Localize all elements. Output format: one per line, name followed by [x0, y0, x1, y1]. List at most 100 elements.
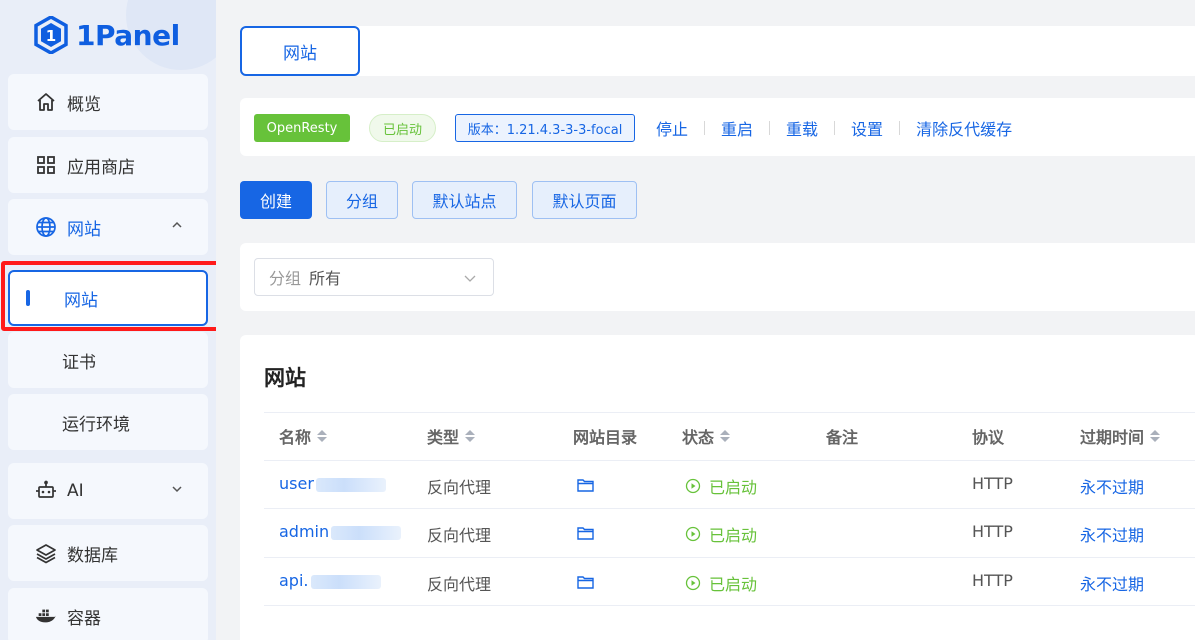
- globe-icon: [35, 216, 57, 238]
- column-header-label: 名称: [279, 428, 312, 447]
- sidebar-subitem-certificate[interactable]: 证书: [8, 332, 208, 388]
- default-site-button[interactable]: 默认站点: [412, 181, 517, 219]
- play-circle-icon: [685, 575, 701, 591]
- clear-proxy-cache-link[interactable]: 清除反代缓存: [900, 116, 1028, 140]
- divider: [264, 508, 1195, 509]
- site-name-link[interactable]: admin: [279, 522, 402, 541]
- tab-bar: [240, 26, 1195, 76]
- site-expire-link[interactable]: 永不过期: [1080, 474, 1144, 498]
- site-expire-link[interactable]: 永不过期: [1080, 571, 1144, 595]
- sidebar-item-database[interactable]: 数据库: [8, 525, 208, 581]
- docker-whale-icon: [35, 605, 57, 627]
- redacted-text: [315, 477, 386, 492]
- sidebar-item-label: 容器: [67, 608, 101, 629]
- logo-icon: 1: [34, 16, 68, 54]
- sort-icon[interactable]: [1150, 430, 1161, 442]
- tab-website[interactable]: 网站: [240, 26, 360, 76]
- site-name-text: admin: [279, 522, 330, 541]
- reload-link[interactable]: 重载: [770, 116, 834, 140]
- site-protocol: HTTP: [972, 522, 1013, 541]
- layers-icon: [35, 542, 57, 564]
- group-filter-select[interactable]: 分组 所有: [254, 258, 494, 296]
- folder-icon[interactable]: [577, 478, 594, 492]
- sidebar-item-label: 应用商店: [67, 157, 135, 178]
- active-indicator: [26, 290, 30, 306]
- sidebar-item-appstore[interactable]: 应用商店: [8, 137, 208, 193]
- create-button[interactable]: 创建: [240, 181, 312, 219]
- sidebar-item-overview[interactable]: 概览: [8, 74, 208, 130]
- app-name-badge: OpenResty: [254, 114, 350, 142]
- sidebar: 1 1Panel 概览 应用商店 网站 网站 证书 运行环境 AI 数据库 容器: [0, 0, 216, 640]
- divider: [264, 412, 1195, 413]
- sidebar-item-container[interactable]: 容器: [8, 588, 208, 640]
- column-header-type[interactable]: 类型: [427, 424, 476, 448]
- sidebar-subitem-label: 网站: [64, 290, 98, 311]
- site-expire-link[interactable]: 永不过期: [1080, 522, 1144, 546]
- chevron-up-icon: [172, 221, 182, 228]
- site-status: 已启动: [685, 474, 757, 498]
- site-type: 反向代理: [427, 478, 492, 497]
- sidebar-subitem-label: 运行环境: [62, 414, 130, 435]
- column-header-label: 备注: [826, 428, 859, 447]
- robot-icon: [35, 480, 57, 502]
- select-value: 所有: [309, 269, 342, 288]
- chevron-down-icon: [172, 486, 182, 493]
- logo[interactable]: 1 1Panel: [34, 14, 180, 56]
- folder-icon[interactable]: [577, 526, 594, 540]
- select-prefix: 分组: [269, 269, 302, 288]
- default-page-button[interactable]: 默认页面: [532, 181, 637, 219]
- svg-text:1: 1: [46, 27, 56, 45]
- site-status: 已启动: [685, 522, 757, 546]
- site-status: 已启动: [685, 571, 757, 595]
- redacted-text: [331, 525, 402, 540]
- site-name-link[interactable]: user: [279, 474, 386, 493]
- column-header-remark: 备注: [826, 424, 858, 448]
- site-protocol: HTTP: [972, 571, 1013, 590]
- chevron-down-icon: [464, 275, 476, 282]
- sort-icon[interactable]: [720, 430, 731, 442]
- column-header-label: 状态: [682, 428, 715, 447]
- divider: [264, 460, 1195, 461]
- sidebar-subitem-website[interactable]: 网站: [8, 270, 208, 326]
- column-header-expire[interactable]: 过期时间: [1080, 424, 1161, 448]
- site-type: 反向代理: [427, 575, 492, 594]
- sort-icon[interactable]: [465, 430, 476, 442]
- app-root: 1 1Panel 概览 应用商店 网站 网站 证书 运行环境 AI 数据库 容器…: [0, 0, 1195, 640]
- sidebar-item-ai[interactable]: AI: [8, 463, 208, 519]
- sidebar-item-label: 数据库: [67, 545, 118, 566]
- sidebar-subitem-label: 证书: [62, 352, 96, 373]
- column-header-label: 协议: [972, 428, 1005, 447]
- sidebar-item-label: AI: [67, 481, 84, 501]
- version-badge: 版本：1.21.4.3-3-3-focal: [455, 114, 635, 142]
- divider: [264, 557, 1195, 558]
- column-header-label: 网站目录: [573, 428, 638, 447]
- status-text: 已启动: [709, 575, 758, 594]
- site-name-link[interactable]: api.: [279, 571, 381, 590]
- group-button[interactable]: 分组: [326, 181, 398, 219]
- folder-icon[interactable]: [577, 575, 594, 589]
- site-name-text: user: [279, 474, 314, 493]
- column-header-name[interactable]: 名称: [279, 424, 328, 448]
- column-header-status[interactable]: 状态: [682, 424, 731, 448]
- status-text: 已启动: [709, 526, 758, 545]
- column-header-protocol: 协议: [972, 424, 1004, 448]
- column-header-label: 类型: [427, 428, 460, 447]
- play-circle-icon: [685, 526, 701, 542]
- stop-link[interactable]: 停止: [640, 116, 704, 140]
- play-circle-icon: [685, 478, 701, 494]
- site-name-text: api.: [279, 571, 309, 590]
- status-text: 已启动: [709, 478, 758, 497]
- logo-text: 1Panel: [76, 18, 180, 52]
- divider: [264, 605, 1195, 606]
- status-badge: 已启动: [369, 114, 436, 142]
- sidebar-subitem-runtime[interactable]: 运行环境: [8, 394, 208, 450]
- table-title: 网站: [264, 366, 306, 390]
- home-icon: [35, 91, 57, 113]
- sort-icon[interactable]: [317, 430, 328, 442]
- settings-link[interactable]: 设置: [835, 116, 899, 140]
- column-header-label: 过期时间: [1080, 428, 1145, 447]
- restart-link[interactable]: 重启: [705, 116, 769, 140]
- column-header-directory: 网站目录: [573, 424, 637, 448]
- apps-grid-icon: [35, 154, 57, 176]
- sidebar-item-website[interactable]: 网站: [8, 199, 208, 255]
